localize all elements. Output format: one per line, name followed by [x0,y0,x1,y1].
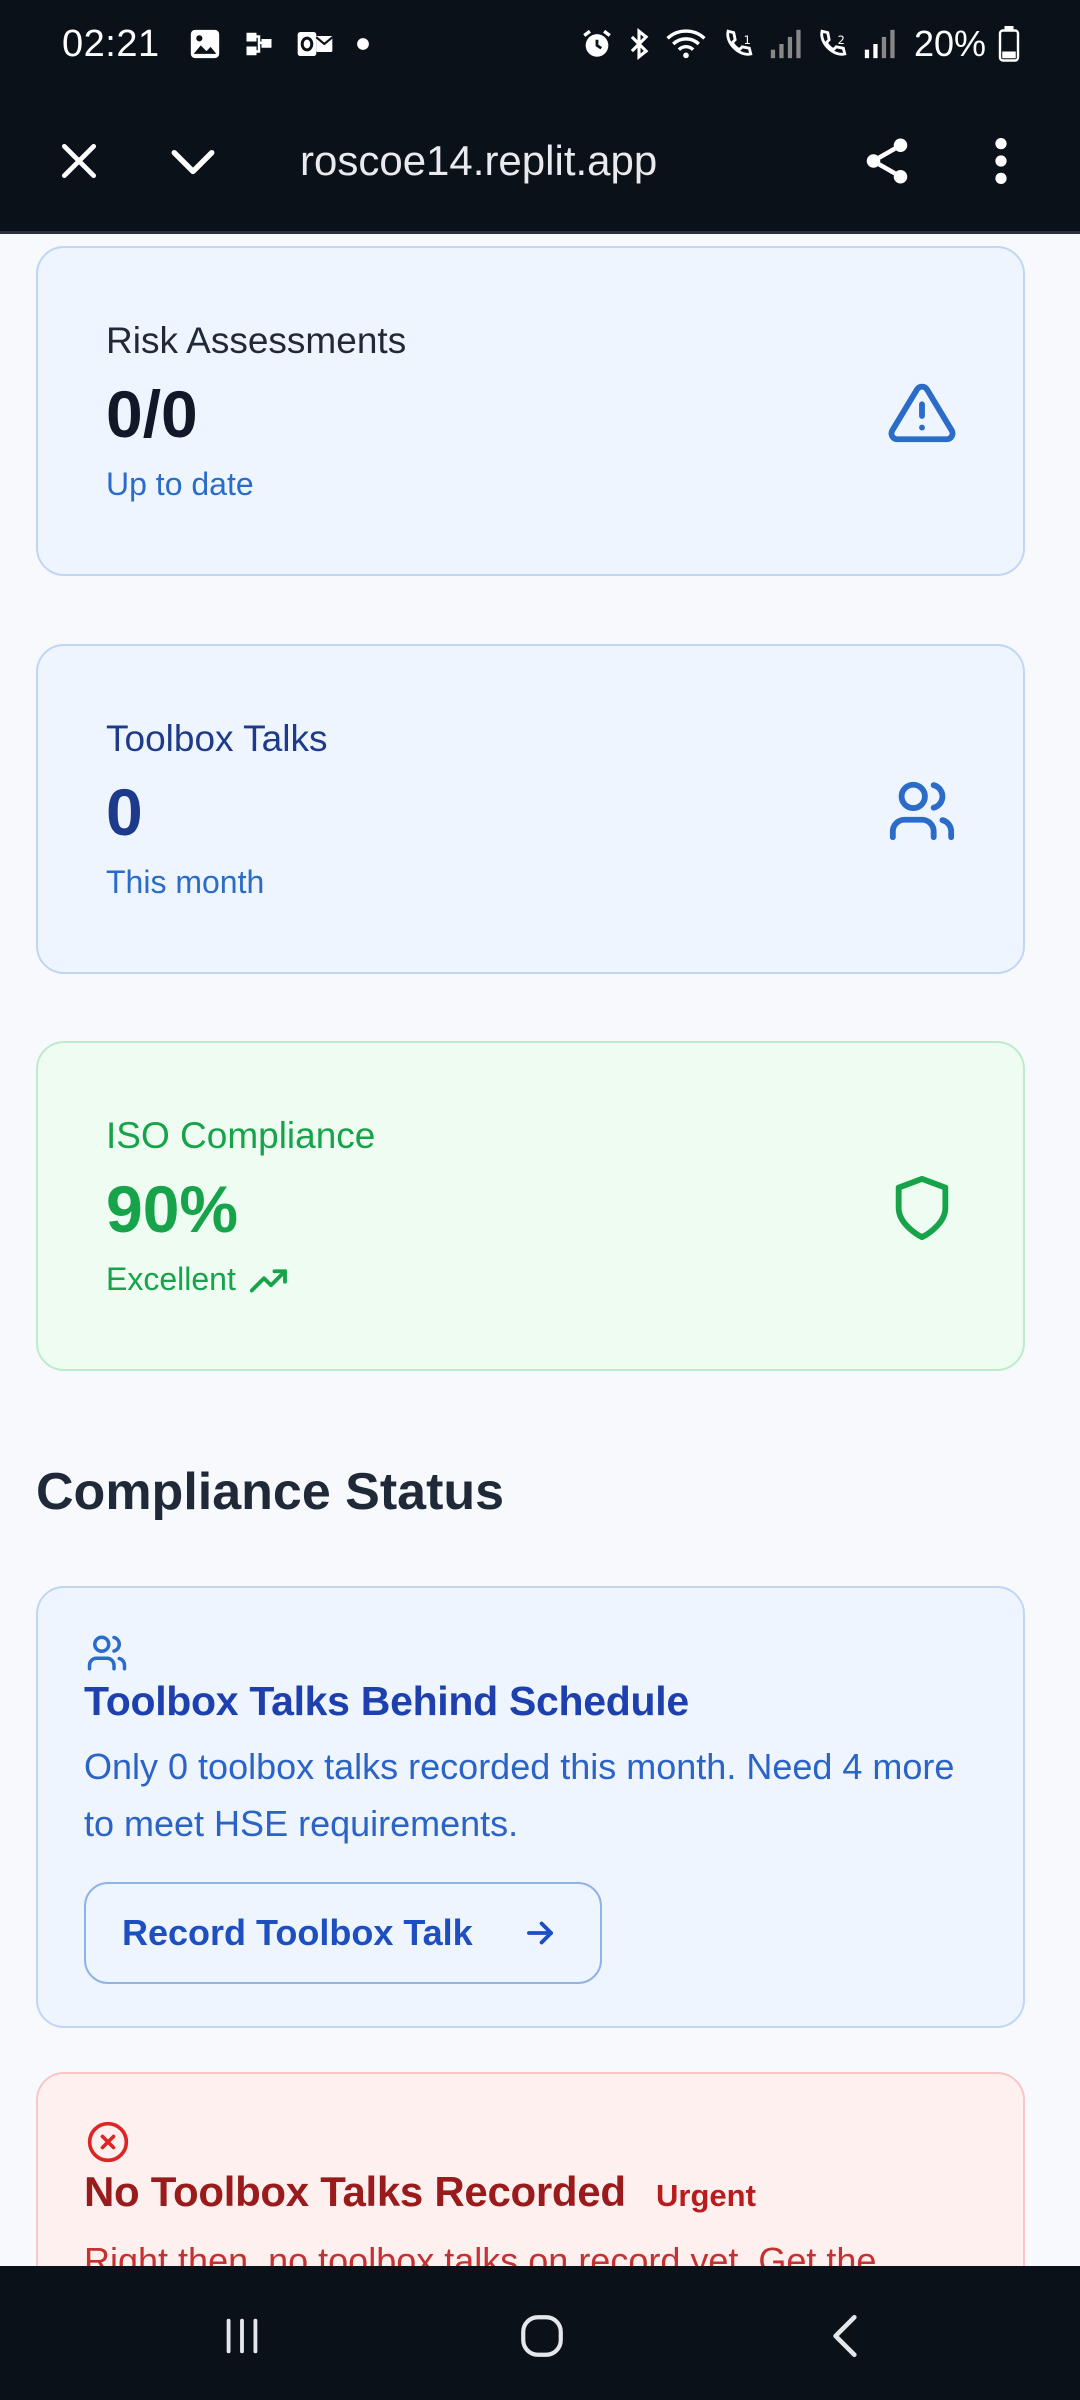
stat-sub: Excellent [106,1261,292,1298]
status-time: 02:21 [62,22,160,65]
compliance-status-title: Compliance Status [36,1463,505,1521]
stat-sub-text: Up to date [106,466,254,502]
close-tab-button[interactable] [44,126,114,196]
risk-assessments-card[interactable]: Risk Assessments 0/0 Up to date [36,246,1025,576]
stat-value: 0 [106,775,143,849]
alert-toolbox-behind: Toolbox Talks Behind Schedule Only 0 too… [36,1586,1025,2028]
svg-text:2: 2 [838,33,845,47]
users-icon [87,1635,127,1671]
record-toolbox-talk-button[interactable]: Record Toolbox Talk [84,1882,602,1984]
home-icon [521,2315,563,2357]
signal-sim2-icon [864,29,895,59]
system-icons: 1 2 20% [580,23,1020,65]
dot-icon [356,38,369,50]
share-button[interactable] [852,126,922,196]
alert-body: Right then, no toolbox talks on record y… [84,2240,877,2266]
stat-label: ISO Compliance [106,1115,376,1156]
more-options-button[interactable] [966,126,1036,196]
status-bar: 02:21 1 2 20% [0,0,1080,88]
alert-title: No Toolbox Talks Recorded [84,2168,626,2215]
stat-sub: This month [106,864,264,901]
page-content[interactable]: Risk Assessments 0/0 Up to date Toolbox … [0,234,1080,2266]
recent-apps-icon [226,2318,258,2354]
back-icon [833,2314,857,2358]
stat-sub: Up to date [106,466,254,503]
toolbox-talks-card[interactable]: Toolbox Talks 0 This month [36,644,1025,974]
stat-value: 0/0 [106,377,198,451]
alert-body: Only 0 toolbox talks recorded this month… [84,1746,955,1844]
x-circle-icon [87,2121,129,2163]
stat-value: 90% [106,1172,239,1246]
gallery-icon [190,29,219,59]
alert-no-toolbox-talks: No Toolbox Talks Recorded Urgent Right t… [36,2072,1025,2266]
more-vertical-icon [995,138,1007,184]
call-sim2-icon: 2 [820,29,847,56]
close-icon [61,143,97,179]
stat-sub-text: This month [106,864,265,900]
system-nav-bar [0,2266,1080,2400]
iso-compliance-card[interactable]: ISO Compliance 90% Excellent [36,1041,1025,1371]
battery-percent: 20% [913,23,986,64]
call-sim1-icon: 1 [726,29,753,56]
stat-label: Risk Assessments [106,320,407,361]
outlook-icon [297,32,333,56]
battery-icon [998,26,1020,62]
network-app-icon [246,32,272,56]
users-icon [889,781,955,841]
alert-title: Toolbox Talks Behind Schedule [84,1678,689,1724]
stat-sub-text: Excellent [106,1261,236,1297]
button-label: Record Toolbox Talk [122,1912,473,1953]
browser-toolbar: roscoe14.replit.app [0,88,1080,234]
home-button[interactable] [502,2296,582,2376]
recent-apps-button[interactable] [202,2296,282,2376]
arrow-right-icon [521,1914,559,1952]
notification-icons [188,27,370,61]
urgent-badge: Urgent [656,2178,756,2213]
trending-up-icon [249,1268,287,1292]
minimize-button[interactable] [158,126,228,196]
stat-label: Toolbox Talks [106,718,328,759]
chevron-down-icon [171,149,215,175]
share-icon [866,138,908,184]
back-button[interactable] [806,2296,886,2376]
bluetooth-icon [630,28,649,60]
shield-icon [895,1175,949,1241]
svg-text:1: 1 [744,33,751,47]
url-bar[interactable]: roscoe14.replit.app [300,128,820,194]
alarm-icon [583,29,611,57]
alert-triangle-icon [888,383,956,443]
wifi-icon [666,29,706,59]
signal-sim1-icon [770,29,801,59]
